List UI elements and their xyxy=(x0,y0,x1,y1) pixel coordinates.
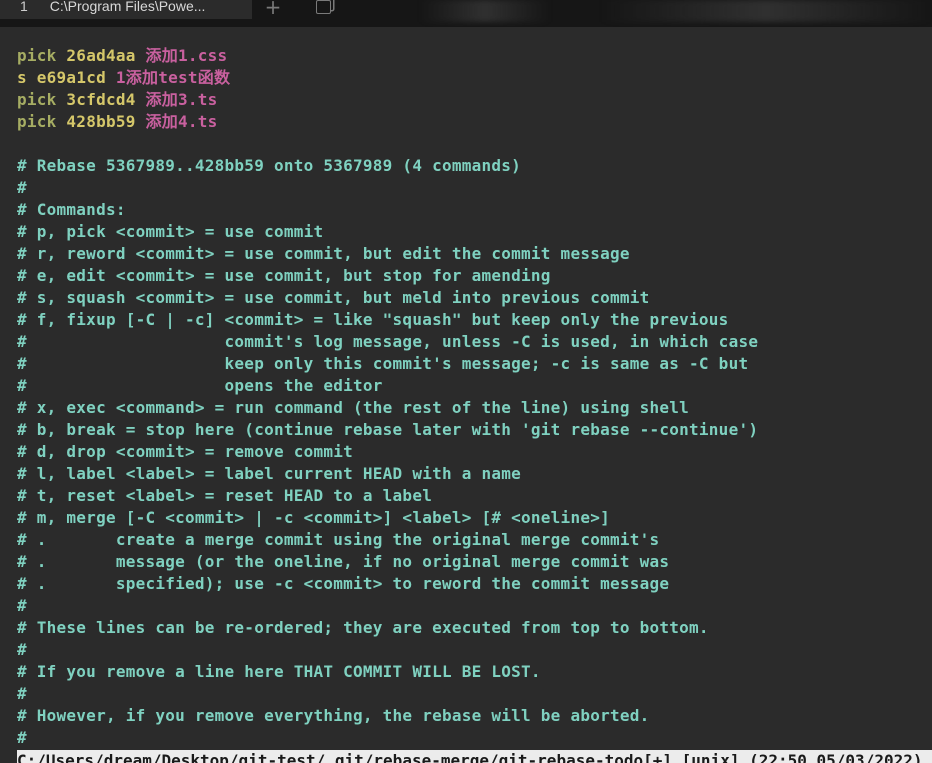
todo-hash: 26ad4aa xyxy=(66,46,136,65)
comment-line: # keep only this commit's message; -c is… xyxy=(17,354,749,373)
comment-line: # r, reword <commit> = use commit, but e… xyxy=(17,244,630,263)
comment-line: # . message (or the oneline, if no origi… xyxy=(17,552,670,571)
tab-number: 1 xyxy=(20,0,28,14)
comment-line: # s, squash <commit> = use commit, but m… xyxy=(17,288,650,307)
todo-list: pick 26ad4aa 添加1.css s e69a1cd 1添加test函数… xyxy=(17,45,932,133)
comment-line: # f, fixup [-C | -c] <commit> = like "sq… xyxy=(17,310,729,329)
comment-line: # These lines can be re-ordered; they ar… xyxy=(17,618,709,637)
tab-bar: 1 C:\Program Files\Powe... + xyxy=(0,0,932,27)
todo-command: pick xyxy=(17,90,57,109)
comment-line: # d, drop <commit> = remove commit xyxy=(17,442,354,461)
plus-icon[interactable]: + xyxy=(258,0,288,20)
todo-command: pick xyxy=(17,112,57,131)
terminal-window: 1 C:\Program Files\Powe... + pick 26ad4a… xyxy=(0,0,932,763)
comment-block: # Rebase 5367989..428bb59 onto 5367989 (… xyxy=(17,155,932,749)
comment-line: # xyxy=(17,178,27,197)
comment-line: # However, if you remove everything, the… xyxy=(17,706,650,725)
tab-powershell[interactable]: 1 C:\Program Files\Powe... xyxy=(0,0,252,19)
blurred-region xyxy=(600,0,932,22)
comment-line: # If you remove a line here THAT COMMIT … xyxy=(17,662,541,681)
comment-line: # p, pick <commit> = use commit xyxy=(17,222,324,241)
comment-line: # l, label <label> = label current HEAD … xyxy=(17,464,522,483)
todo-message: 1添加test函数 xyxy=(115,68,231,87)
comment-line: # xyxy=(17,640,27,659)
comment-line: # opens the editor xyxy=(17,376,383,395)
comment-line: # xyxy=(17,728,27,747)
comment-line: # b, break = stop here (continue rebase … xyxy=(17,420,759,439)
comment-line: # x, exec <command> = run command (the r… xyxy=(17,398,690,417)
tab-title: C:\Program Files\Powe... xyxy=(49,0,206,14)
comment-line: # . create a merge commit using the orig… xyxy=(17,530,660,549)
vim-status-line: C:/Users/dream/Desktop/git-test/.git/reb… xyxy=(17,750,932,763)
blurred-region xyxy=(420,0,550,22)
todo-line: pick 428bb59 添加4.ts xyxy=(17,111,932,133)
comment-line: # Commands: xyxy=(17,200,126,219)
comment-line: # . specified); use -c <commit> to rewor… xyxy=(17,574,670,593)
todo-line: s e69a1cd 1添加test函数 xyxy=(17,67,932,89)
comment-line: # e, edit <commit> = use commit, but sto… xyxy=(17,266,551,285)
todo-hash: 428bb59 xyxy=(66,112,136,131)
comment-line: # Rebase 5367989..428bb59 onto 5367989 (… xyxy=(17,156,522,175)
comment-line: # commit's log message, unless -C is use… xyxy=(17,332,759,351)
todo-command: pick xyxy=(17,46,57,65)
todo-hash: 3cfdcd4 xyxy=(66,90,136,109)
vim-editor[interactable]: pick 26ad4aa 添加1.css s e69a1cd 1添加test函数… xyxy=(17,45,932,749)
comment-line: # t, reset <label> = reset HEAD to a lab… xyxy=(17,486,433,505)
comment-line: # m, merge [-C <commit> | -c <commit>] <… xyxy=(17,508,610,527)
todo-command: s xyxy=(17,68,27,87)
todo-message: 添加4.ts xyxy=(145,112,218,131)
todo-line: pick 26ad4aa 添加1.css xyxy=(17,45,932,67)
comment-line: # xyxy=(17,684,27,703)
comment-line: # xyxy=(17,596,27,615)
todo-message: 添加1.css xyxy=(145,46,228,65)
todo-line: pick 3cfdcd4 添加3.ts xyxy=(17,89,932,111)
tab-dropdown-icon[interactable] xyxy=(308,0,338,20)
todo-message: 添加3.ts xyxy=(145,90,218,109)
todo-hash: e69a1cd xyxy=(36,68,106,87)
